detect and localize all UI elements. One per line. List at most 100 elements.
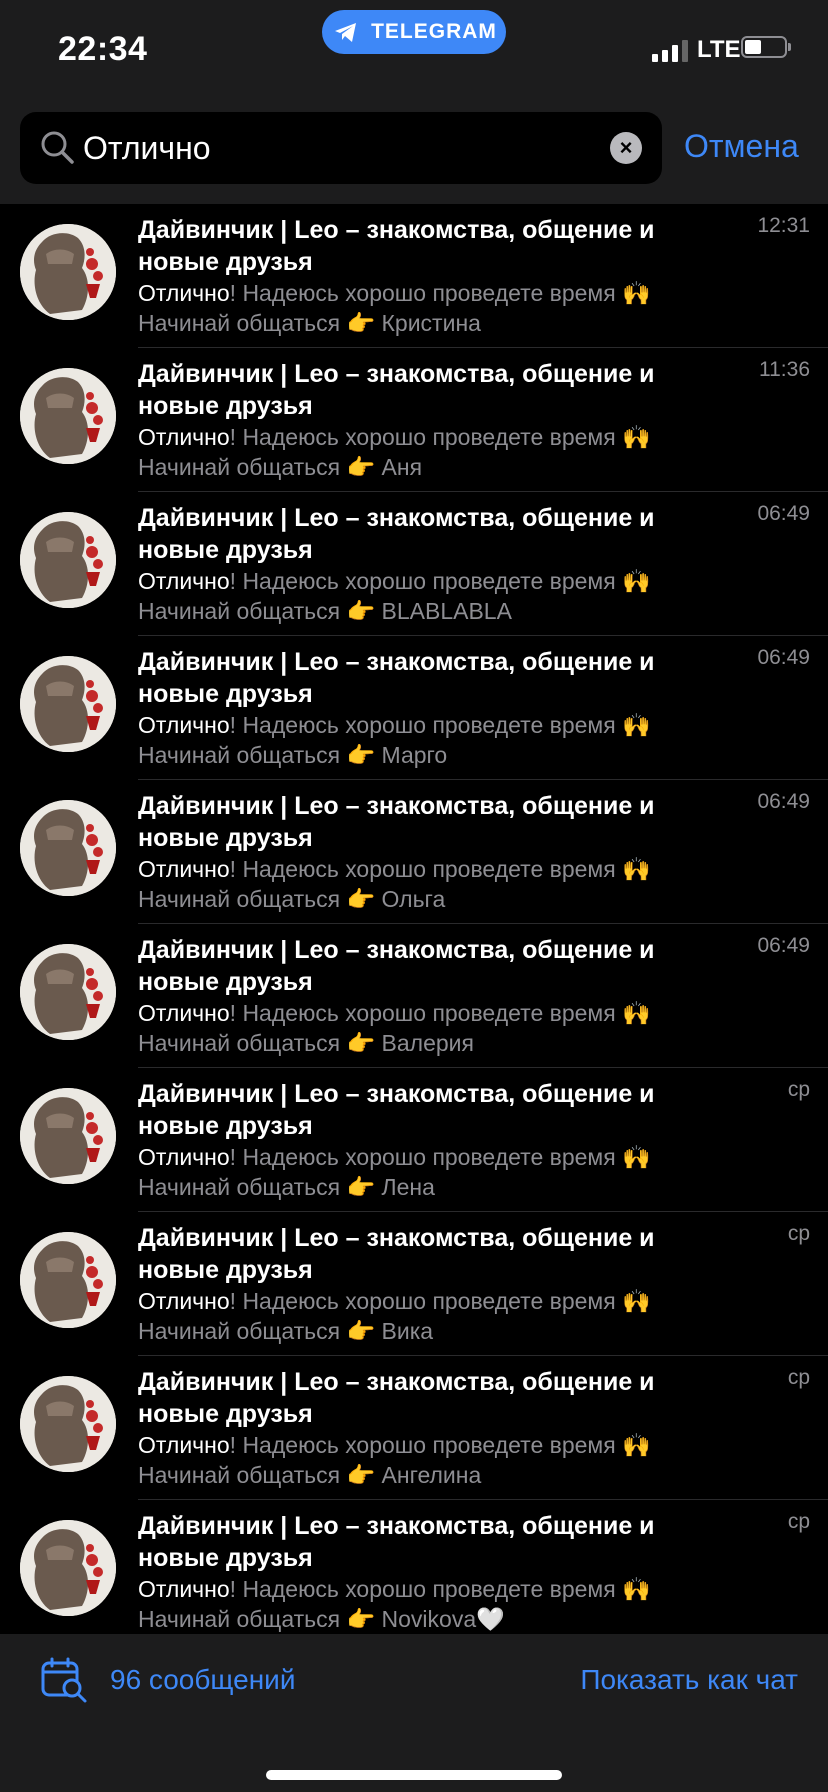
search-result-row[interactable]: Дайвинчик | Leo – знакомства, общение и …: [0, 636, 828, 780]
message-time: 06:49: [757, 790, 810, 813]
search-match-highlight: Отлично: [138, 424, 230, 450]
search-result-row[interactable]: Дайвинчик | Leo – знакомства, общение и …: [0, 1500, 828, 1634]
status-time: 22:34: [58, 30, 148, 68]
message-snippet: Отлично! Надеюсь хорошо проведете время …: [138, 568, 651, 595]
battery-icon: [741, 36, 791, 58]
message-snippet-line2: Начинай общаться 👉 Валерия: [138, 1030, 474, 1056]
message-snippet-rest: ! Надеюсь хорошо проведете время 🙌: [229, 712, 651, 738]
message-snippet: Отлично! Надеюсь хорошо проведете время …: [138, 280, 651, 307]
message-time: 12:31: [757, 214, 810, 237]
message-snippet-rest: ! Надеюсь хорошо проведете время 🙌: [229, 1000, 651, 1026]
message-snippet-line2: Начинай общаться 👉 Марго: [138, 742, 448, 768]
search-query: Отлично: [83, 130, 211, 166]
chat-avatar: [20, 800, 116, 896]
message-snippet: Отлично! Надеюсь хорошо проведете время …: [138, 712, 651, 739]
search-input[interactable]: Отлично ×: [20, 112, 662, 184]
message-snippet: Отлично! Надеюсь хорошо проведете время …: [138, 1432, 651, 1459]
message-snippet-rest: ! Надеюсь хорошо проведете время 🙌: [229, 280, 651, 306]
message-snippet-rest: ! Надеюсь хорошо проведете время 🙌: [229, 424, 651, 450]
search-result-row[interactable]: Дайвинчик | Leo – знакомства, общение и …: [0, 492, 828, 636]
message-snippet-line2: Начинай общаться 👉 Ангелина: [138, 1462, 482, 1488]
search-results-list: Дайвинчик | Leo – знакомства, общение и …: [0, 204, 828, 1634]
message-snippet: Отлично! Надеюсь хорошо проведете время …: [138, 1576, 651, 1603]
chat-avatar: [20, 1376, 116, 1472]
telegram-icon: [335, 23, 357, 42]
message-snippet-rest: ! Надеюсь хорошо проведете время 🙌: [229, 1288, 651, 1314]
chat-title: Дайвинчик | Leo – знакомства, общение и …: [138, 360, 655, 420]
chat-avatar: [20, 656, 116, 752]
search-match-highlight: Отлично: [138, 1432, 230, 1458]
telegram-return-pill[interactable]: TELEGRAM: [322, 10, 506, 54]
chat-avatar: [20, 1232, 116, 1328]
close-icon: ×: [619, 135, 633, 160]
message-time: 06:49: [757, 502, 810, 525]
chat-avatar: [20, 1520, 116, 1616]
message-snippet-line2: Начинай общаться 👉 Аня: [138, 454, 423, 480]
message-snippet: Отлично! Надеюсь хорошо проведете время …: [138, 424, 651, 451]
home-indicator: [266, 1770, 562, 1780]
search-match-highlight: Отлично: [138, 1288, 230, 1314]
message-snippet-rest: ! Надеюсь хорошо проведете время 🙌: [229, 1432, 651, 1458]
signal-icon: [652, 38, 688, 62]
cancel-button[interactable]: Отмена: [684, 128, 799, 165]
chat-title: Дайвинчик | Leo – знакомства, общение и …: [138, 216, 655, 276]
chat-title: Дайвинчик | Leo – знакомства, общение и …: [138, 648, 655, 708]
search-result-row[interactable]: Дайвинчик | Leo – знакомства, общение и …: [0, 780, 828, 924]
search-icon: [41, 131, 74, 164]
message-snippet-line2: Начинай общаться 👉 Вика: [138, 1318, 434, 1344]
message-snippet-line2: Начинай общаться 👉 BLABLABLA: [138, 598, 512, 624]
message-time: 11:36: [759, 358, 810, 381]
chat-avatar: [20, 1088, 116, 1184]
search-result-row[interactable]: Дайвинчик | Leo – знакомства, общение и …: [0, 1068, 828, 1212]
search-match-highlight: Отлично: [138, 568, 230, 594]
message-snippet-line2: Начинай общаться 👉 Лена: [138, 1174, 435, 1200]
message-snippet-rest: ! Надеюсь хорошо проведете время 🙌: [229, 568, 651, 594]
search-match-highlight: Отлично: [138, 1144, 230, 1170]
search-match-highlight: Отлично: [138, 712, 230, 738]
search-result-row[interactable]: Дайвинчик | Leo – знакомства, общение и …: [0, 204, 828, 348]
status-bar: 22:34 TELEGRAM LTE: [0, 0, 828, 100]
message-time: 06:49: [757, 646, 810, 669]
search-result-row[interactable]: Дайвинчик | Leo – знакомства, общение и …: [0, 924, 828, 1068]
message-snippet-rest: ! Надеюсь хорошо проведете время 🙌: [229, 1576, 651, 1602]
message-snippet-rest: ! Надеюсь хорошо проведете время 🙌: [229, 856, 651, 882]
message-time: ср: [787, 1510, 810, 1533]
chat-title: Дайвинчик | Leo – знакомства, общение и …: [138, 1080, 655, 1140]
search-match-highlight: Отлично: [138, 1576, 230, 1602]
chat-avatar: [20, 944, 116, 1040]
chat-avatar: [20, 512, 116, 608]
results-count: 96 сообщений: [110, 1664, 296, 1695]
calendar-search-icon[interactable]: [40, 1656, 88, 1704]
chat-title: Дайвинчик | Leo – знакомства, общение и …: [138, 936, 655, 996]
telegram-pill-label: TELEGRAM: [371, 20, 497, 43]
message-snippet: Отлично! Надеюсь хорошо проведете время …: [138, 1288, 651, 1315]
bottom-bar: 96 сообщений Показать как чат: [0, 1634, 828, 1792]
message-time: ср: [787, 1078, 810, 1101]
message-snippet-line2: Начинай общаться 👉 Кристина: [138, 310, 481, 336]
search-match-highlight: Отлично: [138, 1000, 230, 1026]
network-label: LTE: [697, 36, 741, 63]
message-time: 06:49: [757, 934, 810, 957]
search-result-row[interactable]: Дайвинчик | Leo – знакомства, общение и …: [0, 348, 828, 492]
chat-title: Дайвинчик | Leo – знакомства, общение и …: [138, 504, 655, 564]
chat-avatar: [20, 224, 116, 320]
search-result-row[interactable]: Дайвинчик | Leo – знакомства, общение и …: [0, 1356, 828, 1500]
chat-title: Дайвинчик | Leo – знакомства, общение и …: [138, 1512, 655, 1572]
message-snippet: Отлично! Надеюсь хорошо проведете время …: [138, 1000, 651, 1027]
chat-avatar: [20, 368, 116, 464]
search-match-highlight: Отлично: [138, 856, 230, 882]
search-bar: Отлично × Отмена: [0, 100, 828, 204]
message-snippet-rest: ! Надеюсь хорошо проведете время 🙌: [229, 1144, 651, 1170]
search-match-highlight: Отлично: [138, 280, 230, 306]
chat-title: Дайвинчик | Leo – знакомства, общение и …: [138, 792, 655, 852]
message-snippet: Отлично! Надеюсь хорошо проведете время …: [138, 1144, 651, 1171]
show-as-chat-button[interactable]: Показать как чат: [580, 1664, 798, 1696]
search-result-row[interactable]: Дайвинчик | Leo – знакомства, общение и …: [0, 1212, 828, 1356]
message-time: ср: [787, 1222, 810, 1245]
message-snippet-line2: Начинай общаться 👉 Ольга: [138, 886, 446, 912]
message-time: ср: [787, 1366, 810, 1389]
message-snippet: Отлично! Надеюсь хорошо проведете время …: [138, 856, 651, 883]
clear-search-button[interactable]: ×: [610, 132, 642, 164]
chat-title: Дайвинчик | Leo – знакомства, общение и …: [138, 1224, 655, 1284]
message-snippet-line2: Начинай общаться 👉 Novikova🤍: [138, 1606, 505, 1632]
